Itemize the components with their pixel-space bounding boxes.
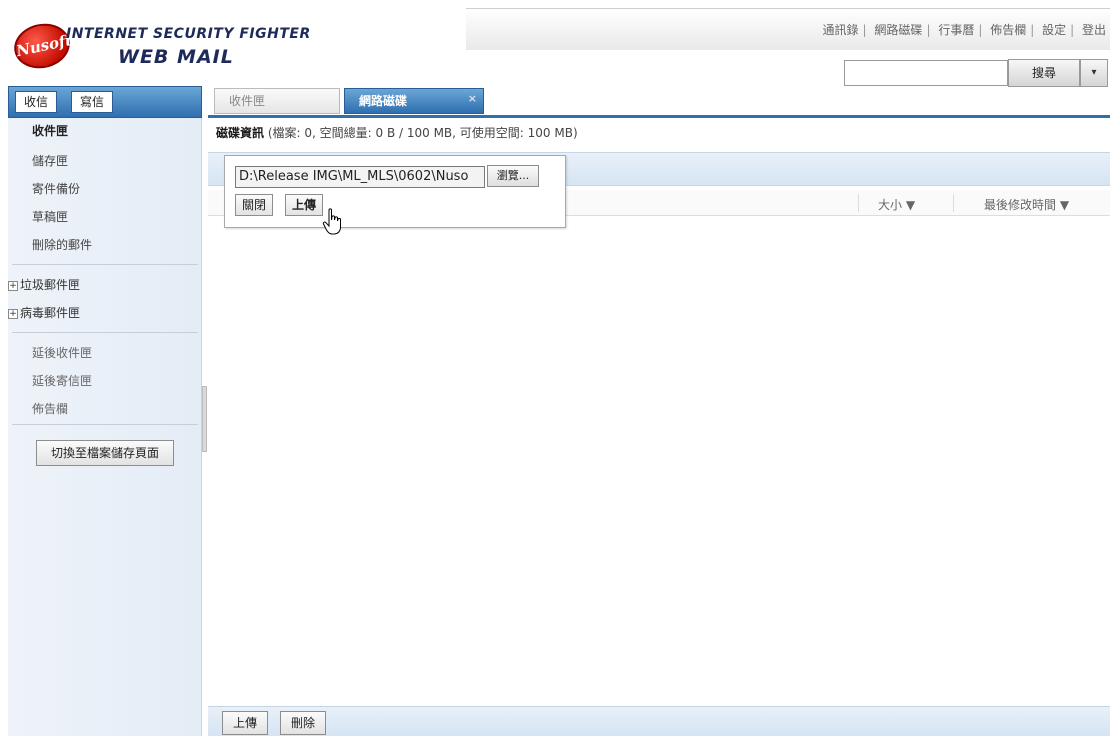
tab-label: 收件匣 [229, 94, 266, 108]
expand-icon[interactable]: + [8, 280, 18, 291]
bottom-toolbar: 上傳 刪除 [208, 706, 1110, 736]
sidebar-item-junk[interactable]: + 垃圾郵件匣 [8, 276, 80, 293]
upload-button[interactable]: 上傳 [222, 711, 269, 735]
compose-bar: 收信 寫信 [8, 86, 202, 118]
search-input[interactable] [844, 60, 1008, 86]
sidebar-item-virus[interactable]: + 病毒郵件匣 [8, 304, 80, 321]
disk-info-title: 磁碟資訊 [216, 126, 265, 140]
top-bar: 通訊錄 | 網路磁碟 | 行事曆 | 佈告欄 | 設定 | 登出 [466, 8, 1110, 50]
sidebar-item-label: 垃圾郵件匣 [20, 278, 81, 292]
sidebar-item-drafts[interactable]: 草稿匣 [32, 208, 68, 225]
brand-product-name: WEB MAIL [118, 46, 234, 68]
switch-to-file-storage-button[interactable]: 切換至檔案儲存頁面 [36, 440, 174, 466]
tab-bar: 收件匣 網路磁碟 × [208, 88, 1110, 118]
tab-network-disk[interactable]: 網路磁碟 × [344, 88, 484, 114]
divider [12, 332, 198, 333]
sidebar-item-bulletin[interactable]: 佈告欄 [32, 400, 68, 417]
disk-info-detail: (檔案: 0, 空間總量: 0 B / 100 MB, 可使用空間: 100 M… [267, 126, 578, 140]
tab-inbox[interactable]: 收件匣 [214, 88, 340, 114]
tab-label: 網路磁碟 [359, 94, 408, 108]
sidebar-item-delayed-inbox[interactable]: 延後收件匣 [32, 344, 92, 361]
sidebar-item-label: 病毒郵件匣 [20, 306, 81, 320]
divider [12, 264, 198, 265]
close-icon[interactable]: × [468, 87, 477, 111]
close-dialog-button[interactable]: 關閉 [235, 194, 274, 216]
expand-icon[interactable]: + [8, 308, 18, 319]
upload-dialog: D:\Release IMG\ML_MLS\0602\Nuso 瀏覽... 關閉… [224, 155, 566, 228]
column-modified-time[interactable]: 最後修改時間 ▼ [984, 196, 1069, 213]
brand-logo: Nusoft INTERNET SECURITY FIGHTER WEB MAI… [10, 18, 314, 76]
link-bulletin[interactable]: 佈告欄 [990, 23, 1026, 37]
link-logout[interactable]: 登出 [1082, 23, 1106, 37]
sidebar: 收件匣 儲存匣 寄件備份 草稿匣 刪除的郵件 + 垃圾郵件匣 + 病毒郵件匣 延後收… [8, 118, 202, 736]
search-options-dropdown[interactable]: ▾ [1080, 59, 1108, 87]
sidebar-item-inbox[interactable]: 收件匣 [32, 122, 68, 139]
link-calendar[interactable]: 行事曆 [938, 23, 974, 37]
search-button[interactable]: 搜尋 [1008, 59, 1080, 87]
browse-button[interactable]: 瀏覽... [487, 165, 539, 187]
divider [12, 424, 198, 425]
disk-info: 磁碟資訊 (檔案: 0, 空間總量: 0 B / 100 MB, 可使用空間: … [216, 124, 578, 141]
file-path-field[interactable]: D:\Release IMG\ML_MLS\0602\Nuso [235, 166, 485, 188]
write-mail-button[interactable]: 寫信 [71, 91, 114, 113]
link-contacts[interactable]: 通訊錄 [823, 23, 859, 37]
sidebar-item-delayed-outbox[interactable]: 延後寄信匣 [32, 372, 92, 389]
top-links: 通訊錄 | 網路磁碟 | 行事曆 | 佈告欄 | 設定 | 登出 [822, 23, 1106, 37]
chevron-down-icon: ▾ [1091, 67, 1097, 78]
upload-confirm-button[interactable]: 上傳 [285, 194, 324, 216]
nusoft-logo-badge: Nusoft [10, 18, 74, 74]
sidebar-item-sent[interactable]: 寄件備份 [32, 180, 80, 197]
delete-button[interactable]: 刪除 [280, 711, 327, 735]
link-settings[interactable]: 設定 [1042, 23, 1066, 37]
sidebar-resize-handle[interactable] [202, 386, 207, 452]
link-network-disk[interactable]: 網路磁碟 [874, 23, 922, 37]
column-size[interactable]: 大小 ▼ [878, 196, 915, 213]
hand-pointer-icon [322, 208, 341, 235]
sidebar-item-deleted[interactable]: 刪除的郵件 [32, 236, 92, 253]
receive-mail-button[interactable]: 收信 [15, 91, 58, 113]
sidebar-item-saved[interactable]: 儲存匣 [32, 152, 68, 169]
webmail-app: Nusoft INTERNET SECURITY FIGHTER WEB MAI… [0, 0, 1110, 736]
brand-tagline: INTERNET SECURITY FIGHTER [66, 26, 311, 42]
